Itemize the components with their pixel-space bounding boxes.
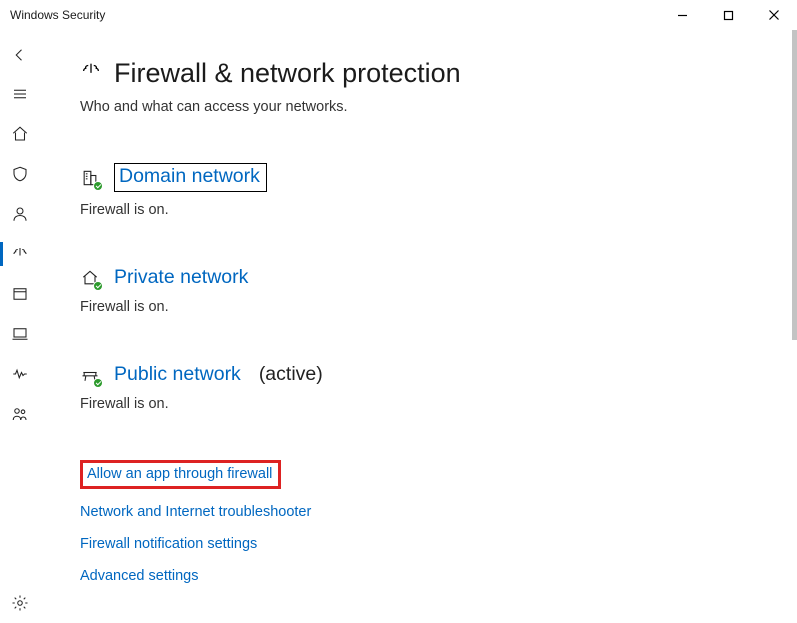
check-badge-icon — [93, 281, 103, 291]
scrollbar[interactable] — [792, 30, 797, 340]
public-network-section: Public network (active) Firewall is on. — [80, 363, 769, 412]
sidebar-item-app-browser[interactable] — [0, 274, 40, 314]
advanced-settings-link[interactable]: Advanced settings — [80, 568, 199, 584]
building-icon — [80, 168, 100, 188]
window-controls — [659, 0, 797, 30]
private-network-section: Private network Firewall is on. — [80, 266, 769, 315]
domain-network-link[interactable]: Domain network — [114, 163, 267, 192]
bench-icon — [80, 365, 100, 385]
sidebar-item-home[interactable] — [0, 114, 40, 154]
sidebar-item-virus[interactable] — [0, 154, 40, 194]
check-badge-icon — [93, 378, 103, 388]
firewall-icon — [80, 58, 102, 89]
minimize-button[interactable] — [659, 0, 705, 30]
allow-app-link[interactable]: Allow an app through firewall — [87, 466, 272, 482]
titlebar: Windows Security — [0, 0, 797, 30]
domain-network-status: Firewall is on. — [80, 202, 769, 218]
main-content: Firewall & network protection Who and wh… — [40, 30, 797, 623]
house-icon — [80, 268, 100, 288]
back-button[interactable] — [0, 36, 40, 74]
close-button[interactable] — [751, 0, 797, 30]
sidebar-item-firewall[interactable] — [0, 234, 40, 274]
menu-button[interactable] — [0, 74, 40, 114]
sidebar — [0, 30, 40, 623]
sidebar-item-device-performance[interactable] — [0, 354, 40, 394]
action-links: Allow an app through firewall Network an… — [80, 460, 769, 585]
public-network-link[interactable]: Public network — [114, 363, 241, 386]
page-title-text: Firewall & network protection — [114, 58, 461, 89]
page-title: Firewall & network protection — [80, 58, 769, 89]
public-network-status: Firewall is on. — [80, 396, 769, 412]
sidebar-item-family[interactable] — [0, 394, 40, 434]
troubleshooter-link[interactable]: Network and Internet troubleshooter — [80, 504, 311, 520]
sidebar-item-account[interactable] — [0, 194, 40, 234]
private-network-status: Firewall is on. — [80, 299, 769, 315]
sidebar-item-settings[interactable] — [0, 583, 40, 623]
maximize-button[interactable] — [705, 0, 751, 30]
private-network-link[interactable]: Private network — [114, 266, 248, 289]
notification-settings-link[interactable]: Firewall notification settings — [80, 536, 257, 552]
check-badge-icon — [93, 181, 103, 191]
domain-network-section: Domain network Firewall is on. — [80, 163, 769, 218]
page-subtitle: Who and what can access your networks. — [80, 99, 769, 115]
sidebar-item-device-security[interactable] — [0, 314, 40, 354]
window-title: Windows Security — [10, 8, 105, 22]
allow-app-highlight: Allow an app through firewall — [80, 460, 281, 489]
active-tag: (active) — [259, 363, 323, 386]
